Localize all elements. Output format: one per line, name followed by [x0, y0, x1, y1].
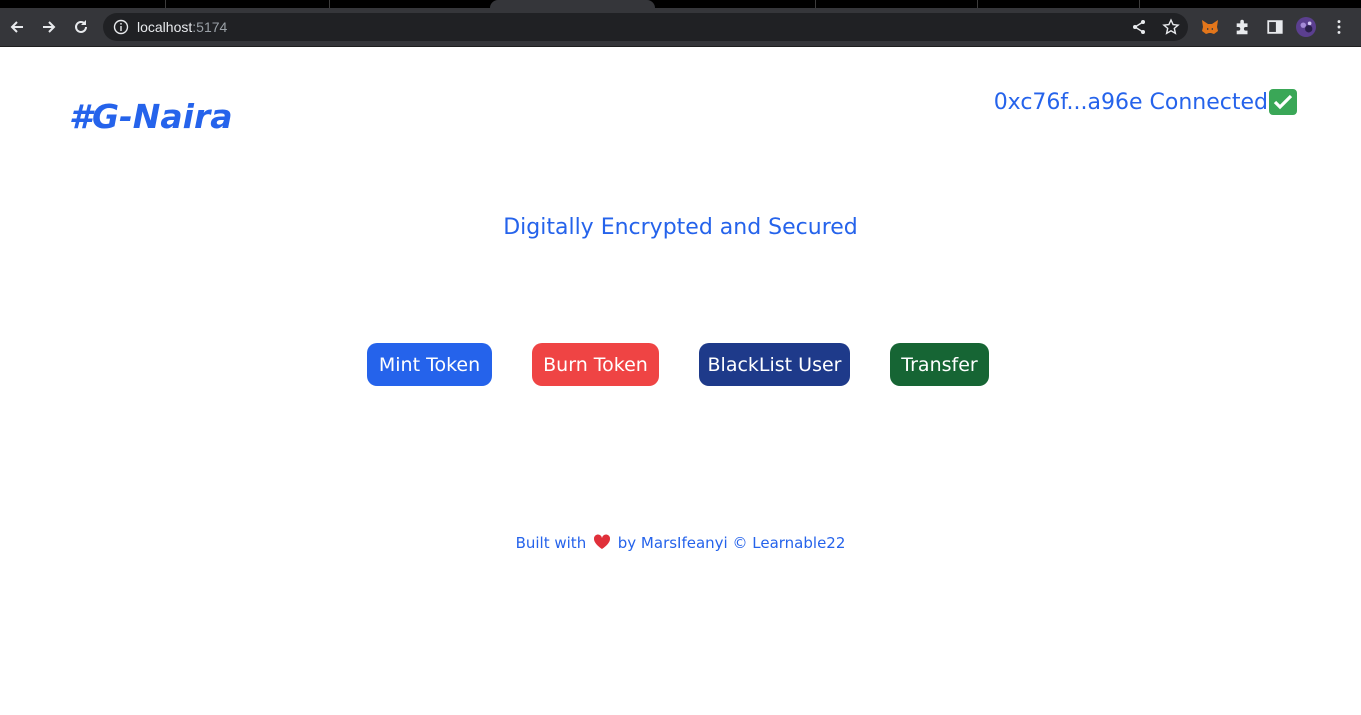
- tab-separator: [1139, 0, 1140, 8]
- wallet-connection-status: 0xc76f...a96e Connected: [994, 89, 1297, 115]
- back-button[interactable]: [6, 16, 28, 38]
- browser-menu-button[interactable]: [1329, 17, 1349, 37]
- forward-arrow-icon: [43, 21, 56, 33]
- mint-token-button[interactable]: Mint Token: [367, 343, 492, 386]
- browser-toolbar: localhost:5174: [0, 8, 1361, 47]
- metamask-extension-button[interactable]: [1200, 17, 1220, 37]
- tab-separator: [165, 0, 166, 8]
- tagline: Digitally Encrypted and Secured: [503, 215, 858, 240]
- side-panel-button[interactable]: [1265, 17, 1285, 37]
- side-panel-icon: [1267, 20, 1283, 34]
- reload-icon: [75, 20, 87, 33]
- check-mark-icon: [1269, 89, 1297, 115]
- kebab-menu-icon: [1337, 20, 1341, 34]
- address-bar[interactable]: localhost:5174: [103, 13, 1188, 41]
- blacklist-user-button[interactable]: BlackList User: [699, 343, 850, 386]
- transfer-button[interactable]: Transfer: [890, 343, 989, 386]
- wallet-status-text: 0xc76f...a96e Connected: [993, 89, 1268, 115]
- reload-button[interactable]: [70, 16, 92, 38]
- url-port: :5174: [192, 19, 228, 35]
- heart-icon: [593, 534, 611, 549]
- browser-tab-strip: [0, 0, 1361, 12]
- extensions-button[interactable]: [1233, 17, 1253, 37]
- back-arrow-icon: [10, 21, 23, 33]
- puzzle-icon: [1236, 19, 1248, 35]
- url-host: localhost: [137, 19, 193, 35]
- tab-separator: [329, 0, 330, 8]
- burn-token-button[interactable]: Burn Token: [532, 343, 659, 386]
- address-url[interactable]: localhost:5174: [137, 19, 227, 35]
- tab-separator: [977, 0, 978, 8]
- footer: Built with by MarsIfeanyi © Learnable22: [0, 534, 1361, 552]
- footer-built-with: Built with: [515, 534, 587, 552]
- share-icon[interactable]: [1130, 18, 1148, 36]
- profile-button[interactable]: [1296, 17, 1316, 37]
- tab-separator: [815, 0, 816, 8]
- forward-button[interactable]: [38, 16, 60, 38]
- brand-logo[interactable]: #G-Naira: [69, 97, 233, 136]
- footer-credit: by MarsIfeanyi © Learnable22: [617, 534, 846, 552]
- profile-avatar-icon: [1296, 17, 1316, 37]
- page-content: #G-Naira 0xc76f...a96e Connected Digital…: [0, 47, 1361, 715]
- fox-icon: [1202, 20, 1218, 34]
- bookmark-star-icon[interactable]: [1162, 18, 1180, 36]
- site-info-icon[interactable]: [113, 19, 129, 35]
